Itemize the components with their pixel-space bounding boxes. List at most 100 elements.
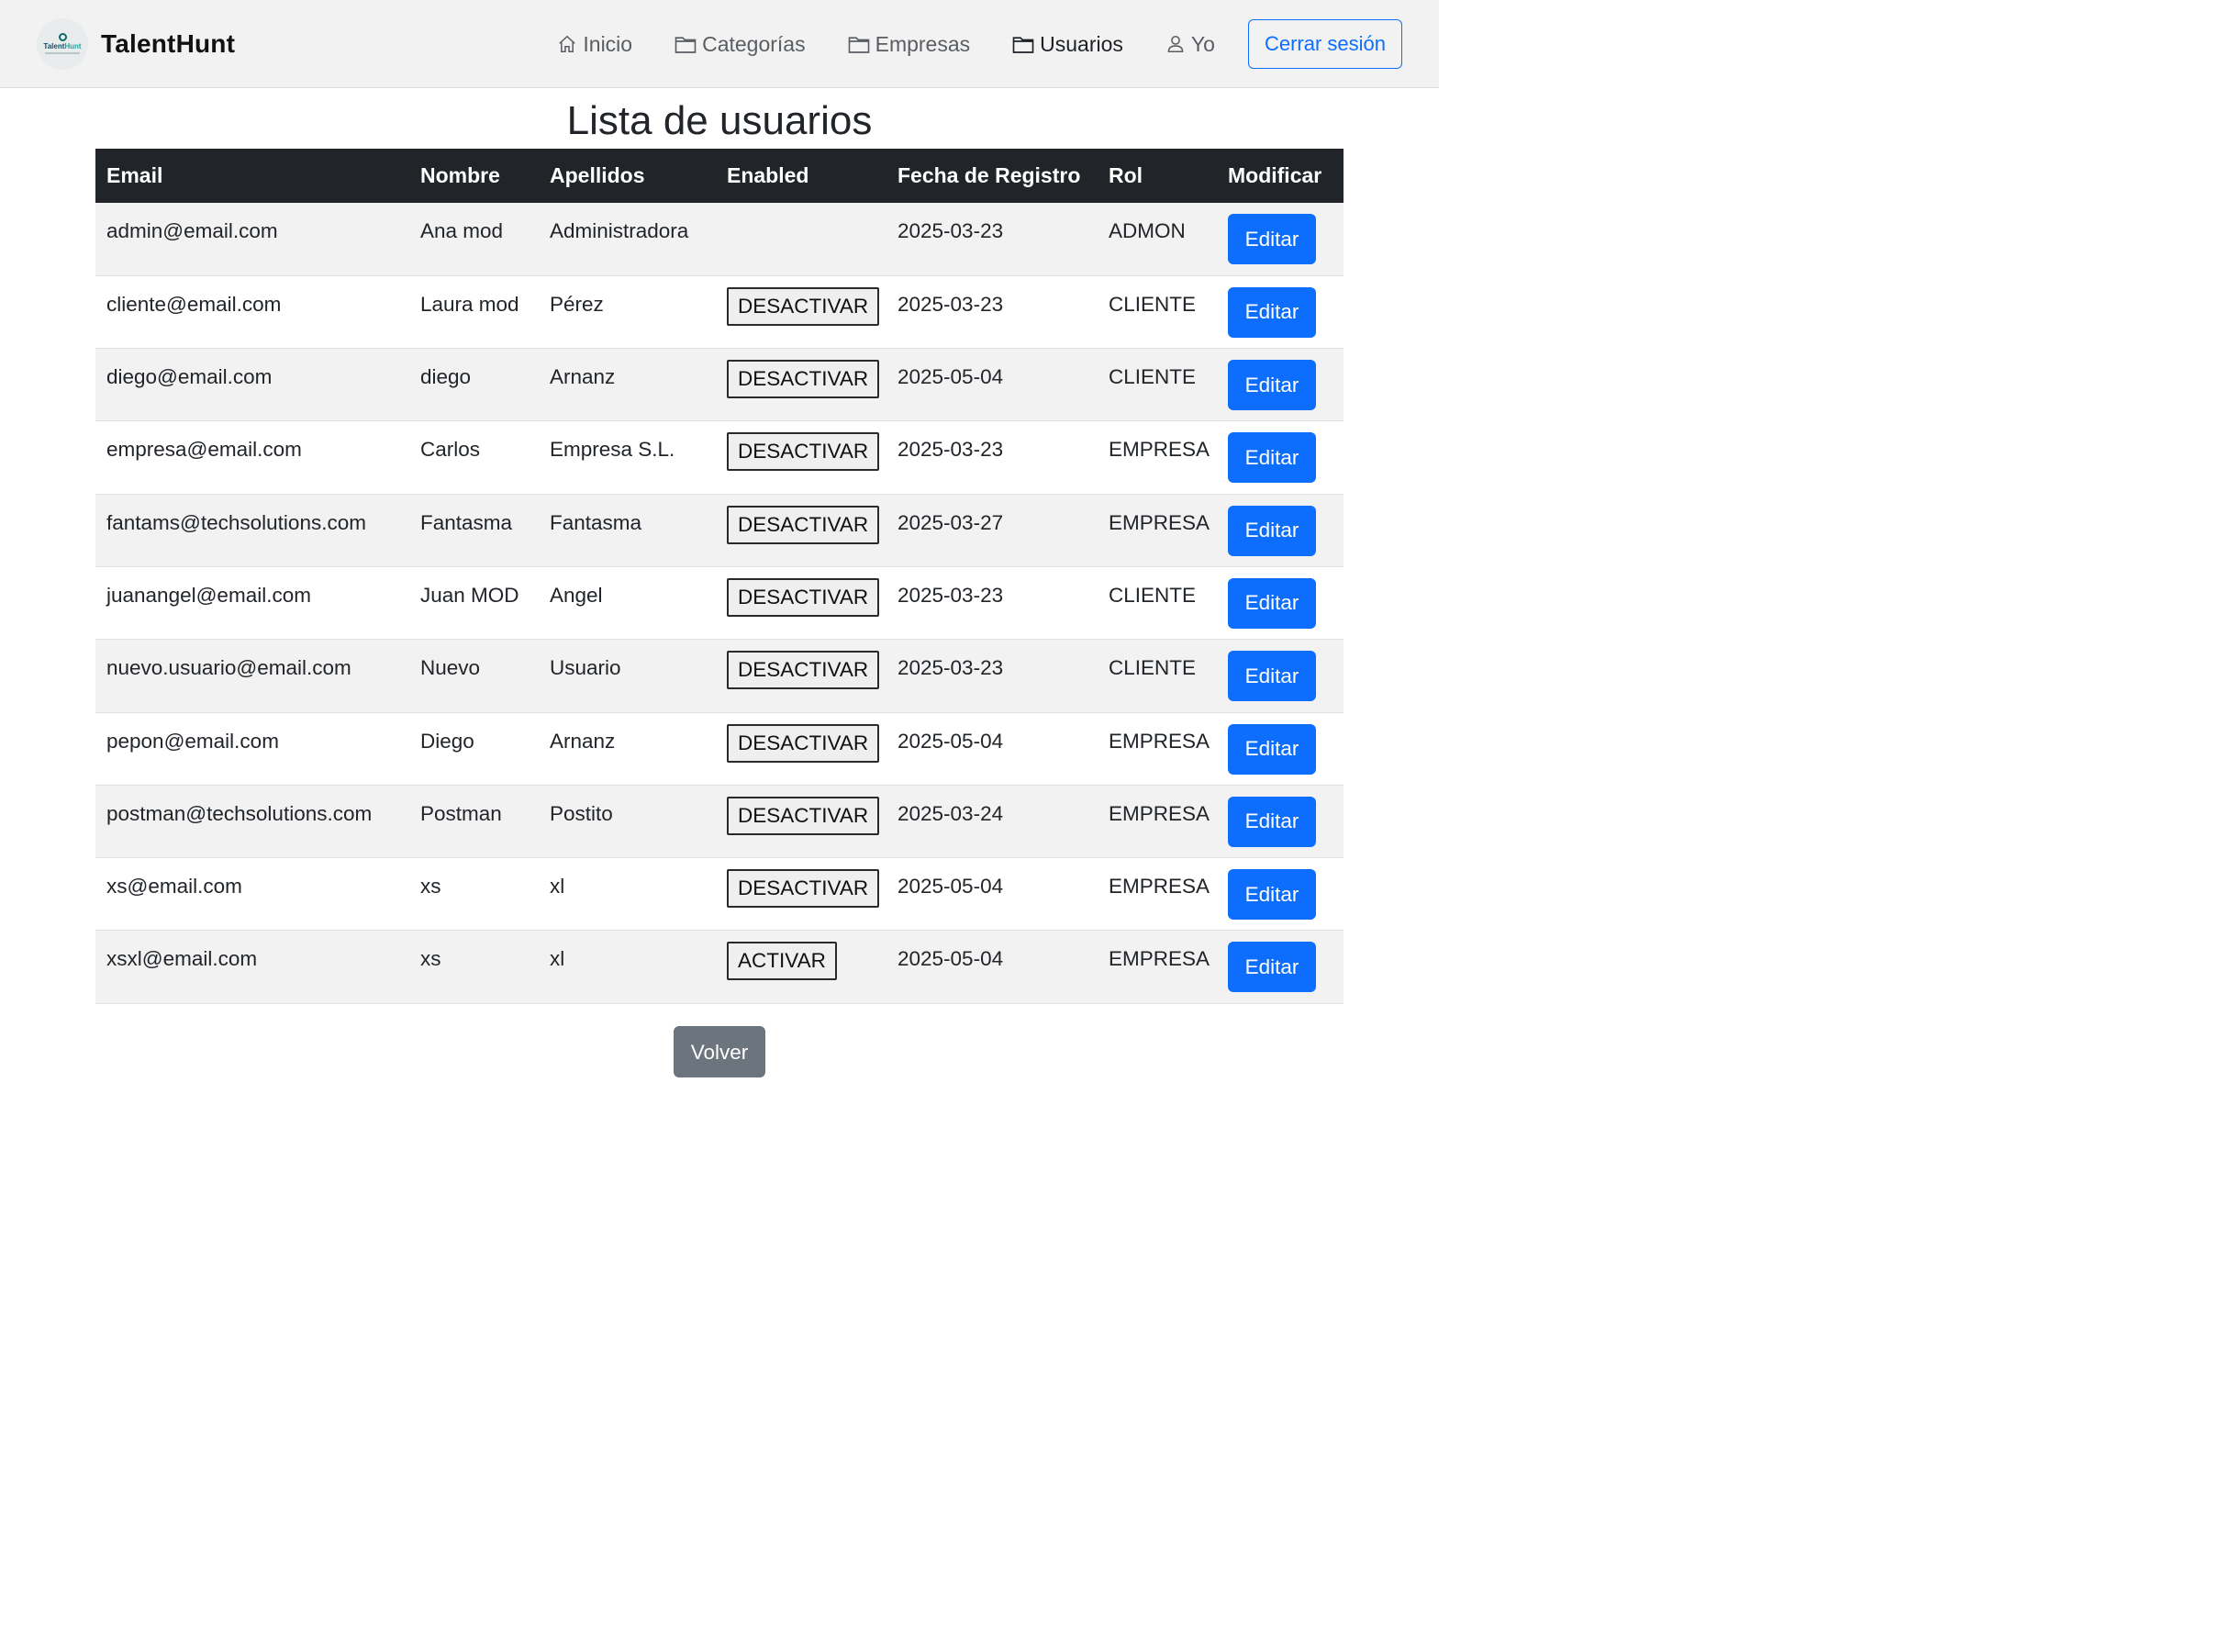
email-cell: cliente@email.com [95, 275, 409, 350]
deactivate-button[interactable]: DESACTIVAR [727, 869, 880, 909]
nav-link-label: Categorías [702, 31, 806, 56]
nombre-text: diego [420, 365, 472, 389]
edit-button[interactable]: Editar [1228, 651, 1316, 702]
email-cell: fantams@techsolutions.com [95, 494, 409, 567]
rol-cell: CLIENTE [1098, 275, 1217, 350]
table-row: juanangel@email.com Juan MOD Angel DESACTIV… [95, 566, 1344, 641]
modificar-cell: Editar [1217, 348, 1344, 422]
rol-text: CLIENTE [1109, 365, 1197, 389]
fecha-registro-cell: 2025-03-27 [886, 494, 1098, 567]
deactivate-button[interactable]: DESACTIVAR [727, 432, 880, 472]
email-text: fantams@techsolutions.com [106, 510, 366, 534]
header-modificar: Modificar [1217, 149, 1344, 203]
nav-link-usuarios[interactable]: Usuarios [1012, 32, 1123, 57]
nav-link-label: Yo [1190, 31, 1215, 56]
apellidos-text: Empresa S.L. [550, 438, 675, 462]
table-row: fantams@techsolutions.com Fantasma Fantasm… [95, 494, 1344, 567]
nav-link-categorias[interactable]: Categorías [675, 32, 806, 57]
rol-text: EMPRESA [1109, 875, 1210, 899]
apellidos-text: Usuario [550, 656, 621, 680]
email-cell: diego@email.com [95, 348, 409, 422]
activate-button[interactable]: ACTIVAR [727, 942, 837, 981]
rol-cell: EMPRESA [1098, 930, 1217, 1004]
table-header: Email Nombre Apellidos Enabled Fecha de … [95, 149, 1344, 203]
nav-links: Inicio Categorías Empresas Usuarios Yo C… [515, 0, 1402, 88]
edit-button[interactable]: Editar [1228, 432, 1316, 484]
email-text: xsxl@email.com [106, 947, 258, 971]
rol-text: EMPRESA [1109, 729, 1210, 753]
edit-button[interactable]: Editar [1228, 869, 1316, 921]
brand[interactable]: TalentHunt TalentHunt [37, 17, 236, 70]
logout-button[interactable]: Cerrar sesión [1247, 19, 1402, 69]
apellidos-cell: Pérez [539, 275, 716, 350]
apellidos-text: Pérez [550, 292, 604, 316]
email-cell: xsxl@email.com [95, 930, 409, 1004]
apellidos-cell: Arnanz [539, 712, 716, 786]
rol-text: EMPRESA [1109, 947, 1210, 971]
rol-text: EMPRESA [1109, 510, 1210, 534]
fecha-registro-cell: 2025-05-04 [886, 857, 1098, 932]
nav-link-label: Usuarios [1040, 31, 1123, 56]
edit-button[interactable]: Editar [1228, 360, 1316, 411]
enabled-cell: DESACTIVAR [716, 785, 886, 859]
nav-link-label: Inicio [583, 31, 633, 56]
deactivate-button[interactable]: DESACTIVAR [727, 796, 880, 835]
edit-button[interactable]: Editar [1228, 942, 1316, 993]
apellidos-cell: Fantasma [539, 494, 716, 567]
deactivate-button[interactable]: DESACTIVAR [727, 286, 880, 326]
deactivate-button[interactable]: DESACTIVAR [727, 651, 880, 690]
edit-button[interactable]: Editar [1228, 796, 1316, 847]
nombre-cell: xs [409, 857, 539, 932]
nav-link-empresas[interactable]: Empresas [848, 32, 970, 57]
enabled-cell: DESACTIVAR [716, 639, 886, 713]
rol-text: CLIENTE [1109, 292, 1197, 316]
header-email: Email [95, 149, 409, 203]
modificar-cell: Editar [1217, 785, 1344, 859]
folder-icon [848, 37, 869, 53]
enabled-cell: DESACTIVAR [716, 857, 886, 932]
table-row: diego@email.com diego Arnanz DESACTIVAR 2025… [95, 348, 1344, 422]
email-cell: juanangel@email.com [95, 566, 409, 641]
email-text: postman@techsolutions.com [106, 801, 373, 825]
table-row: admin@email.com Ana mod Administradora 2025… [95, 203, 1344, 276]
back-button[interactable]: Volver [674, 1026, 765, 1077]
apellidos-text: Arnanz [550, 729, 616, 753]
nombre-text: Juan MOD [420, 583, 519, 607]
edit-button[interactable]: Editar [1228, 505, 1316, 556]
apellidos-text: xl [550, 947, 565, 971]
brand-logo: TalentHunt [37, 17, 88, 70]
email-text: juanangel@email.com [106, 583, 311, 607]
email-cell: empresa@email.com [95, 420, 409, 495]
deactivate-button[interactable]: DESACTIVAR [727, 360, 880, 399]
modificar-cell: Editar [1217, 203, 1344, 276]
enabled-cell [716, 203, 886, 276]
nav-link-yo[interactable]: Yo [1165, 32, 1215, 57]
fecha-registro-text: 2025-03-23 [898, 219, 1004, 242]
email-cell: postman@techsolutions.com [95, 785, 409, 859]
edit-button[interactable]: Editar [1228, 723, 1316, 775]
apellidos-cell: xl [539, 930, 716, 1004]
email-text: diego@email.com [106, 365, 273, 389]
apellidos-text: Administradora [550, 219, 689, 242]
modificar-cell: Editar [1217, 857, 1344, 932]
deactivate-button[interactable]: DESACTIVAR [727, 577, 880, 617]
apellidos-text: xl [550, 875, 565, 899]
fecha-registro-text: 2025-03-23 [898, 583, 1004, 607]
nombre-cell: Diego [409, 712, 539, 786]
folder-icon [675, 37, 697, 53]
deactivate-button[interactable]: DESACTIVAR [727, 723, 880, 763]
brand-name: TalentHunt [101, 28, 236, 58]
modificar-cell: Editar [1217, 420, 1344, 495]
edit-button[interactable]: Editar [1228, 577, 1316, 629]
navbar: TalentHunt TalentHunt Inicio Categorías … [0, 0, 1439, 88]
nav-link-inicio[interactable]: Inicio [557, 32, 632, 57]
nombre-text: Ana mod [420, 219, 504, 242]
rol-text: CLIENTE [1109, 583, 1197, 607]
rol-cell: EMPRESA [1098, 712, 1217, 786]
deactivate-button[interactable]: DESACTIVAR [727, 505, 880, 544]
logo-text: TalentHunt [43, 42, 82, 50]
header-enabled: Enabled [716, 149, 886, 203]
modificar-cell: Editar [1217, 712, 1344, 786]
edit-button[interactable]: Editar [1228, 286, 1316, 338]
edit-button[interactable]: Editar [1228, 214, 1316, 264]
